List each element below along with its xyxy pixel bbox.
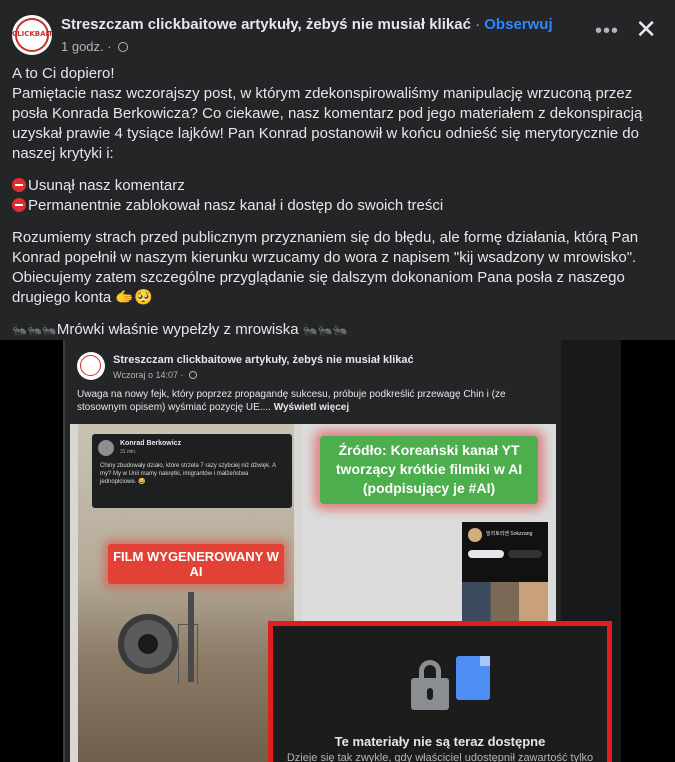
post-paragraph: Mrówki właśnie wypełzły z mrowiska [56,321,299,338]
post-timestamp[interactable]: 1 godz. [61,39,104,54]
youtube-channel-card: 밀리토리엔 Sokzzang [462,522,548,634]
post-paragraph: Pamiętacie nasz wczorajszy post, w który… [12,85,643,162]
subscribe-pill [468,550,504,558]
content-unavailable-box: Te materiały nie są teraz dostępne Dziej… [268,621,612,762]
tweet-avatar [98,440,114,456]
post-header: CLICKBAIT Streszczam clickbaitowe artyku… [12,12,663,56]
page-name-link[interactable]: Streszczam clickbaitowe artykuły, żebyś … [61,16,471,33]
tweet-author: Konrad Berkowicz [120,440,182,447]
post-meta: 1 godz. · [61,39,129,54]
bullet-text: Usunął nasz komentarz [28,177,185,194]
unavailable-subtitle: Dzieje się tak zwykle, gdy właściciel ud… [286,752,594,762]
ant-emoji-icon: 🐜🐜🐜 [12,323,57,337]
tweet-time: 31 min. · [120,449,140,455]
post-paragraph: A to Ci dopiero! [12,65,115,82]
follow-button[interactable]: Obserwuj [484,16,552,33]
cannon-image [118,614,178,674]
globe-icon [189,371,198,379]
shared-post-text: Uwaga na nowy fejk, który poprzez propag… [77,389,506,413]
tweet-screenshot: Konrad Berkowicz 31 min. · Chiny zbudowa… [92,434,292,508]
launch-tower [188,592,194,682]
lock-keyhole [427,688,433,700]
see-more-link: Wyświetl więcej [273,402,350,413]
ai-film-label: FILM WYGENEROWANY W AI [108,544,284,584]
shared-page-name: Streszczam clickbaitowe artykuły, żebyś … [113,354,414,366]
join-pill [508,550,542,558]
page-name-line: Streszczam clickbaitowe artykuły, żebyś … [61,16,553,33]
source-label: Źródło: Koreański kanał YT tworzący krót… [320,436,538,504]
channel-name: 밀리토리엔 Sokzzang [486,531,533,537]
bullet-text: Permanentnie zablokował nasz kanał i dos… [28,197,444,214]
post-body: A to Ci dopiero! Pamiętacie nasz wczoraj… [12,64,663,352]
ant-emoji-icon: 🐜🐜🐜 [302,323,348,337]
separator-dot: · [475,16,481,33]
facebook-post: CLICKBAIT Streszczam clickbaitowe artyku… [0,0,675,762]
avatar-logo-text: CLICKBAIT [12,30,52,38]
ants-line: 🐜🐜🐜Mrówki właśnie wypełzły z mrowiska 🐜🐜… [12,320,663,340]
bullet-item: Usunął nasz komentarz [12,176,663,196]
shared-page-avatar [77,352,105,380]
no-entry-icon [12,178,26,192]
bullet-item: Permanentnie zablokował nasz kanał i dos… [12,196,663,216]
shared-timestamp: Wczoraj o 14:07 · [113,370,198,380]
tweet-text: Chiny zbudowały działo, które strzela 7 … [100,463,276,485]
more-options-icon[interactable]: ••• [595,20,619,43]
post-paragraph: Rozumiemy strach przed publicznym przyzn… [12,229,639,306]
no-entry-icon [12,198,26,212]
close-icon[interactable]: ✕ [635,16,657,42]
document-icon [456,656,490,700]
page-avatar[interactable]: CLICKBAIT [12,15,52,55]
desert-scene: Konrad Berkowicz 31 min. · Chiny zbudowa… [78,424,294,762]
unavailable-title: Te materiały nie są teraz dostępne [334,734,546,749]
globe-icon [118,42,129,52]
channel-avatar [468,528,482,542]
